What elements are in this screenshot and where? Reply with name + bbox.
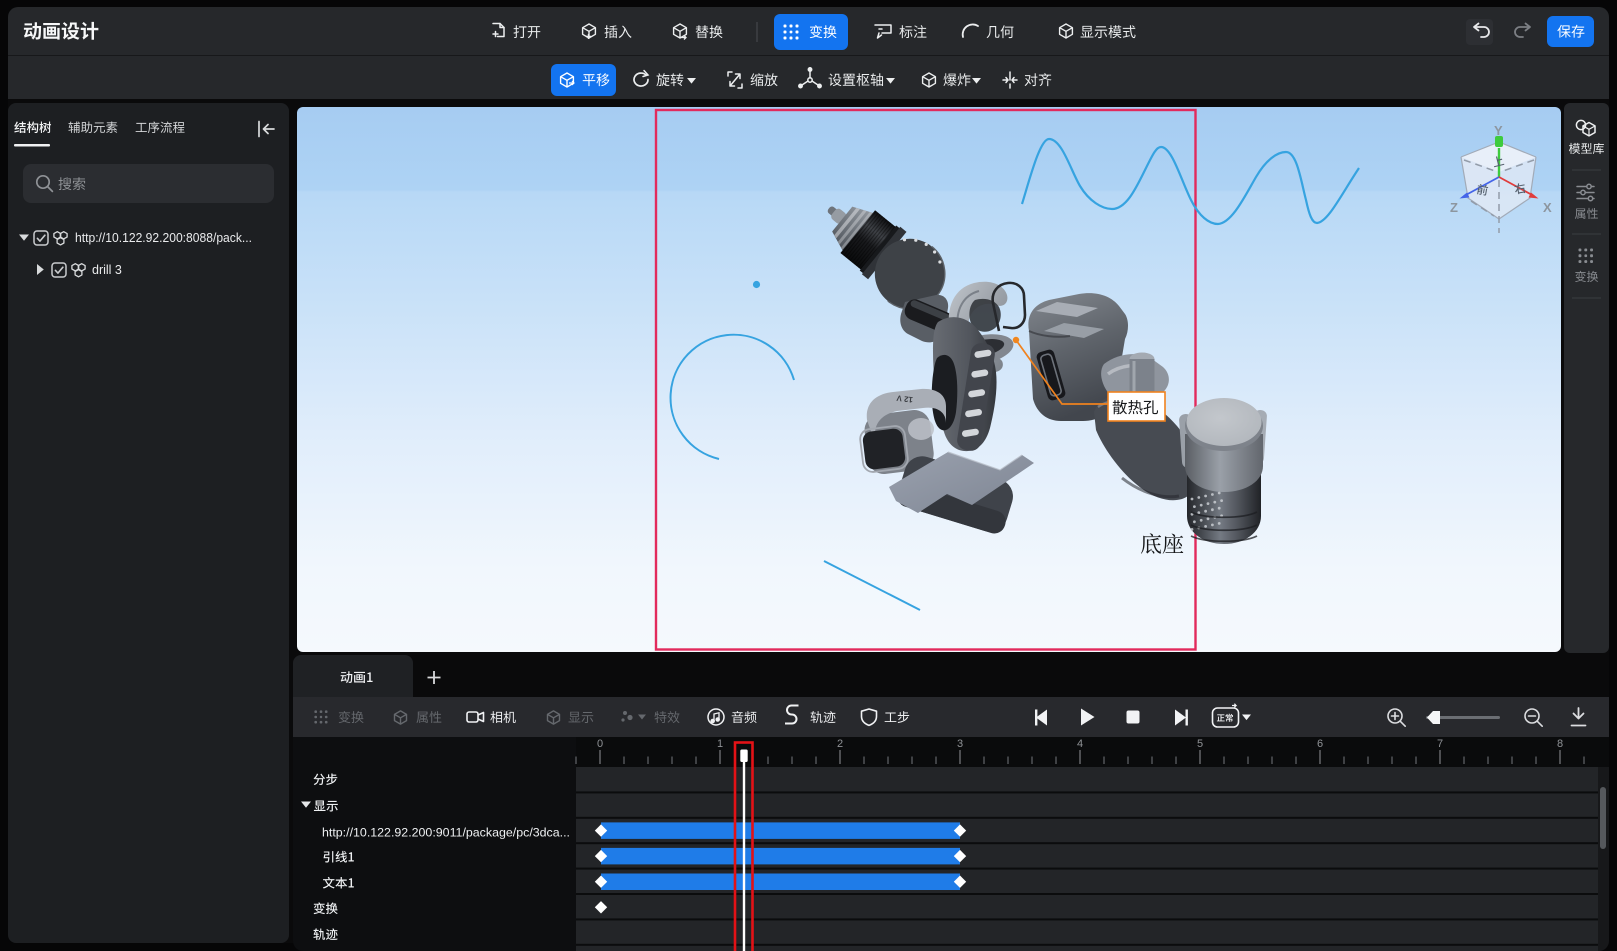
svg-text:2: 2 — [837, 738, 843, 750]
svg-text:4: 4 — [1077, 738, 1083, 750]
svg-text:3: 3 — [957, 738, 963, 750]
svg-text:X: X — [1543, 200, 1552, 215]
svg-text:Z: Z — [1450, 200, 1458, 215]
svg-text:Y: Y — [1494, 123, 1503, 138]
svg-text:0: 0 — [597, 738, 603, 750]
svg-text:1: 1 — [717, 738, 723, 750]
svg-text:http://10.122.92.200:9011/pack: http://10.122.92.200:9011/package/pc/3dc… — [322, 826, 570, 840]
svg-text:drill 3: drill 3 — [92, 263, 122, 277]
svg-text:7: 7 — [1437, 738, 1443, 750]
svg-text:8: 8 — [1557, 738, 1563, 750]
svg-text:5: 5 — [1197, 738, 1203, 750]
svg-text:http://10.122.92.200:8088/pack: http://10.122.92.200:8088/pack... — [75, 231, 252, 245]
svg-text:6: 6 — [1317, 738, 1323, 750]
